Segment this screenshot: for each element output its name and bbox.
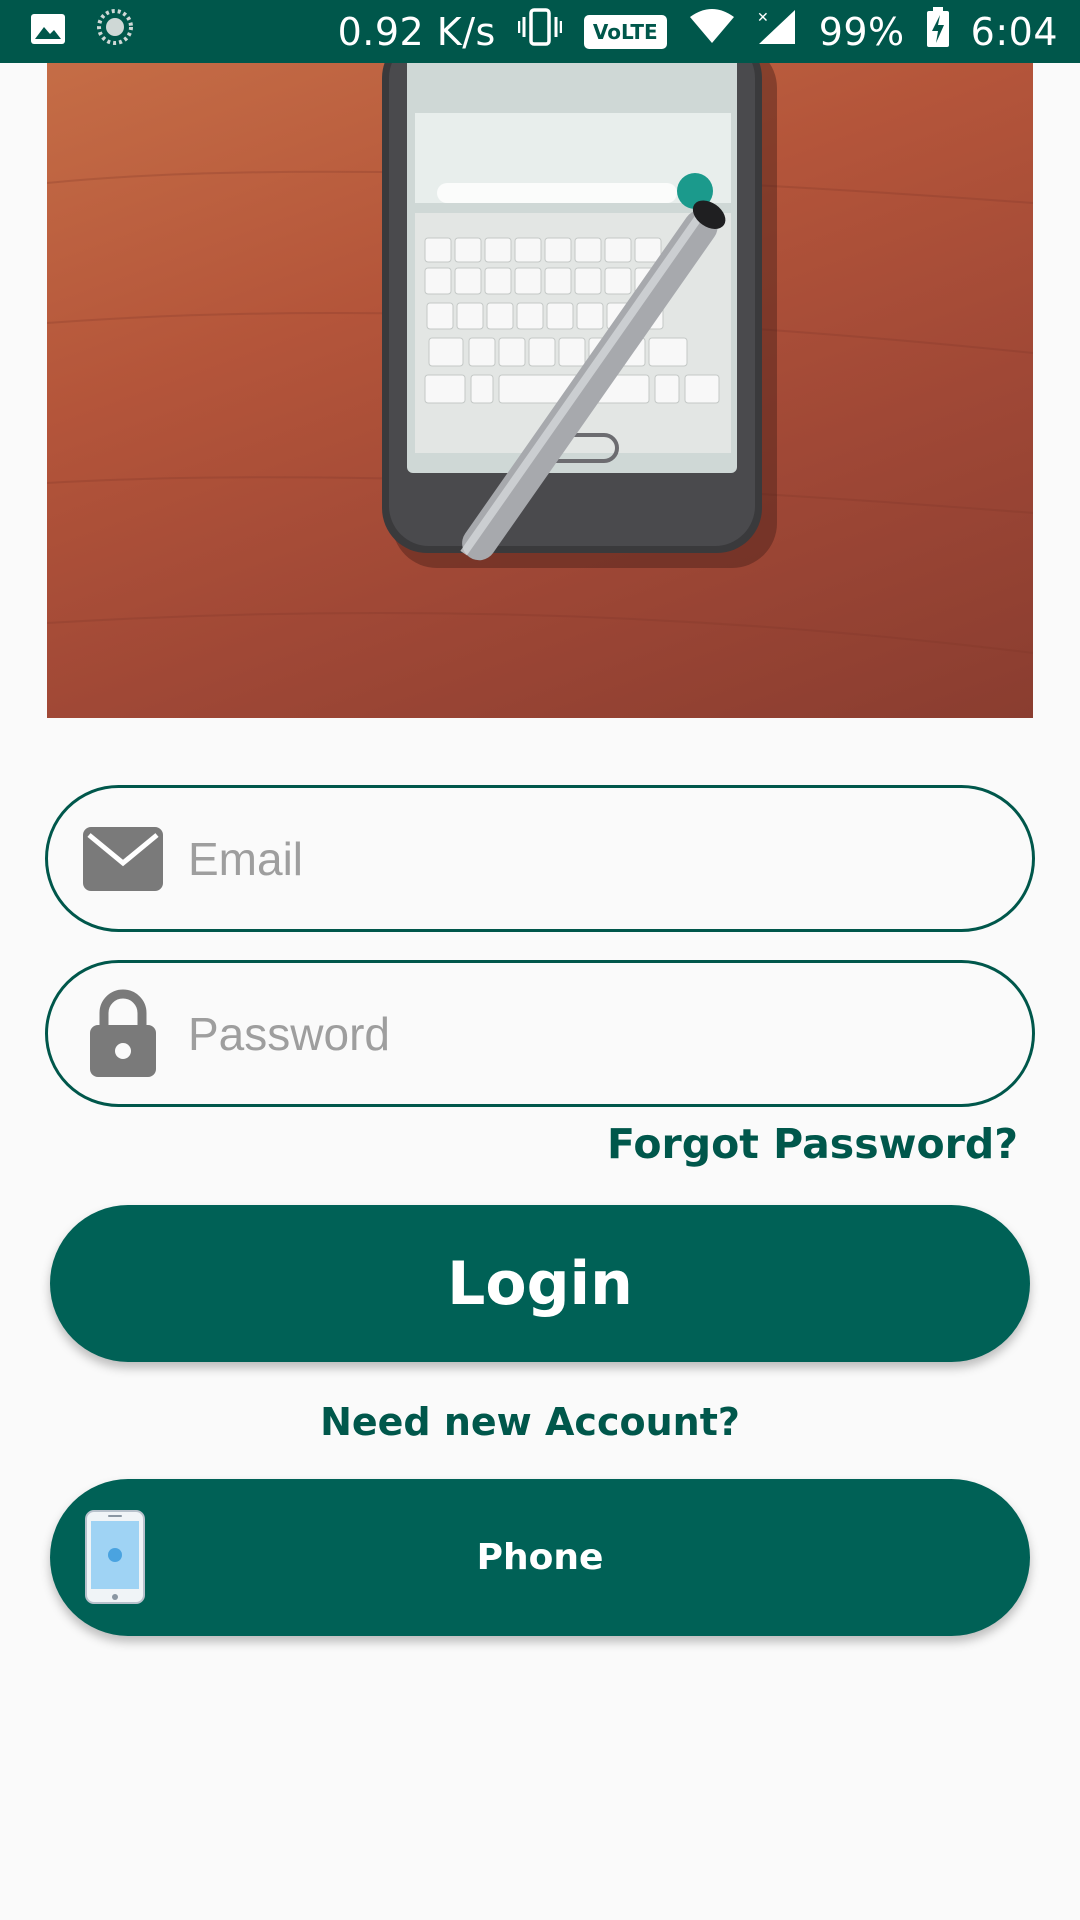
lock-icon (78, 989, 168, 1079)
email-field[interactable] (45, 785, 1035, 932)
svg-text:✕: ✕ (757, 10, 769, 26)
battery-percent: 99% (818, 9, 905, 54)
login-button-label: Login (447, 1248, 633, 1319)
password-input[interactable] (186, 1005, 966, 1062)
forgot-password-link[interactable]: Forgot Password? (607, 1120, 1018, 1168)
net-speed: 0.92 K/s (337, 9, 496, 54)
battery-charging-icon (926, 7, 949, 56)
password-field[interactable] (45, 960, 1035, 1107)
phone-on-desk-photo (47, 63, 1033, 718)
volte-badge: VoLTE (583, 14, 667, 49)
smartphone-icon (84, 1509, 146, 1614)
image-icon (30, 10, 66, 54)
vibrate-icon (517, 7, 563, 56)
signal-icon: ✕ (757, 8, 797, 55)
mail-icon (78, 814, 168, 904)
clock: 6:04 (970, 9, 1058, 54)
email-input[interactable] (186, 830, 966, 887)
status-bar: 0.92 K/s VoLTE ✕ 99% 6:04 (0, 0, 1080, 63)
login-button[interactable]: Login (50, 1205, 1030, 1362)
wifi-icon (689, 9, 735, 54)
need-new-account-link[interactable]: Need new Account? (0, 1400, 1060, 1444)
sync-icon (96, 8, 134, 55)
phone-login-button[interactable]: Phone (50, 1479, 1030, 1636)
phone-button-label: Phone (476, 1537, 604, 1578)
